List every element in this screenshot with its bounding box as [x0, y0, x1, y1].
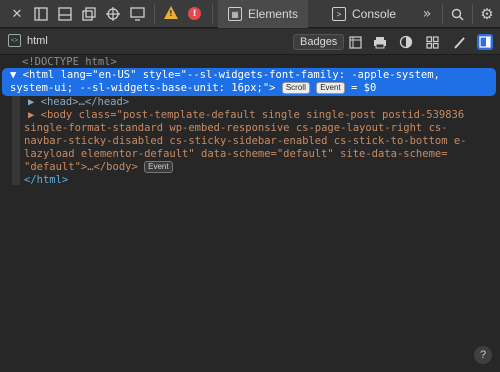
toolbar-divider	[154, 4, 155, 24]
warning-mark: !	[169, 9, 173, 18]
event-badge[interactable]: Event	[316, 82, 345, 94]
html-open-tag-line2: system-ui; --sl-widgets-base-unit: 16px;…	[10, 82, 376, 95]
search-icon[interactable]	[448, 5, 466, 23]
toolbar-divider	[212, 4, 213, 24]
more-tabs-icon[interactable]: »	[418, 5, 436, 23]
body-node-line2: single-format-standard wp-embed-responsi…	[24, 122, 448, 134]
print-icon[interactable]	[372, 34, 388, 50]
body-node-line1[interactable]: ▶ <body class="post-template-default sin…	[28, 109, 464, 122]
console-icon: >	[332, 7, 346, 21]
compositing-icon[interactable]	[424, 34, 440, 50]
badges-button[interactable]: Badges	[293, 34, 345, 50]
toolbar-divider	[472, 4, 473, 24]
breadcrumb-label: html	[27, 34, 48, 47]
devtools-toolbar: ✕ ! ! ▦ Elements > Console » ⚙	[0, 0, 500, 28]
tab-console[interactable]: > Console	[322, 0, 408, 28]
dock-bottom-icon[interactable]	[56, 5, 74, 23]
body-node-line4: lazyload elementor-default" data-scheme=…	[24, 148, 448, 160]
crosshair-icon[interactable]	[104, 5, 122, 23]
element-icon: <>	[8, 34, 21, 47]
head-node[interactable]: ▶ <head>…</head>	[28, 96, 129, 109]
tab-elements-label: Elements	[247, 7, 298, 21]
body-event-badge[interactable]: Event	[144, 161, 173, 173]
html-open-tag-line2-text: system-ui; --sl-widgets-base-unit: 16px;…	[10, 82, 276, 94]
tree-indent-guide	[12, 96, 20, 185]
toolbar-divider	[442, 4, 443, 24]
body-node-line5: "default">…</body> Event	[24, 161, 173, 174]
console-reference: = $0	[344, 82, 377, 94]
detach-window-icon[interactable]	[80, 5, 98, 23]
tab-elements[interactable]: ▦ Elements	[218, 0, 308, 28]
help-icon[interactable]: ?	[474, 346, 492, 364]
html-close-tag[interactable]: </html>	[24, 174, 68, 187]
scroll-badge[interactable]: Scroll	[281, 82, 310, 94]
body-node-line5-text: "default">…</body>	[24, 161, 138, 173]
html-open-tag-line1: ▼ <html lang="en-US" style="--sl-widgets…	[10, 69, 440, 81]
dom-tree: <!DOCTYPE html> ▼ <html lang="en-US" sty…	[0, 56, 500, 372]
elements-icon: ▦	[228, 7, 242, 21]
close-icon[interactable]: ✕	[8, 5, 26, 23]
paintbrush-icon[interactable]	[451, 34, 467, 50]
sidebar-toggle-icon[interactable]	[477, 34, 493, 50]
tab-console-label: Console	[352, 7, 397, 21]
gear-icon[interactable]: ⚙	[478, 5, 496, 23]
appearance-icon[interactable]	[398, 34, 414, 50]
elements-subbar: <> html Badges	[0, 29, 500, 55]
breadcrumb[interactable]: <> html	[8, 34, 48, 47]
device-icon[interactable]	[128, 5, 146, 23]
body-node-line3: navbar-sticky-disabled cs-sticky-sidebar…	[24, 135, 467, 147]
layout-grid-icon[interactable]	[347, 34, 363, 50]
dock-left-icon[interactable]	[32, 5, 50, 23]
error-icon[interactable]: !	[188, 7, 201, 20]
